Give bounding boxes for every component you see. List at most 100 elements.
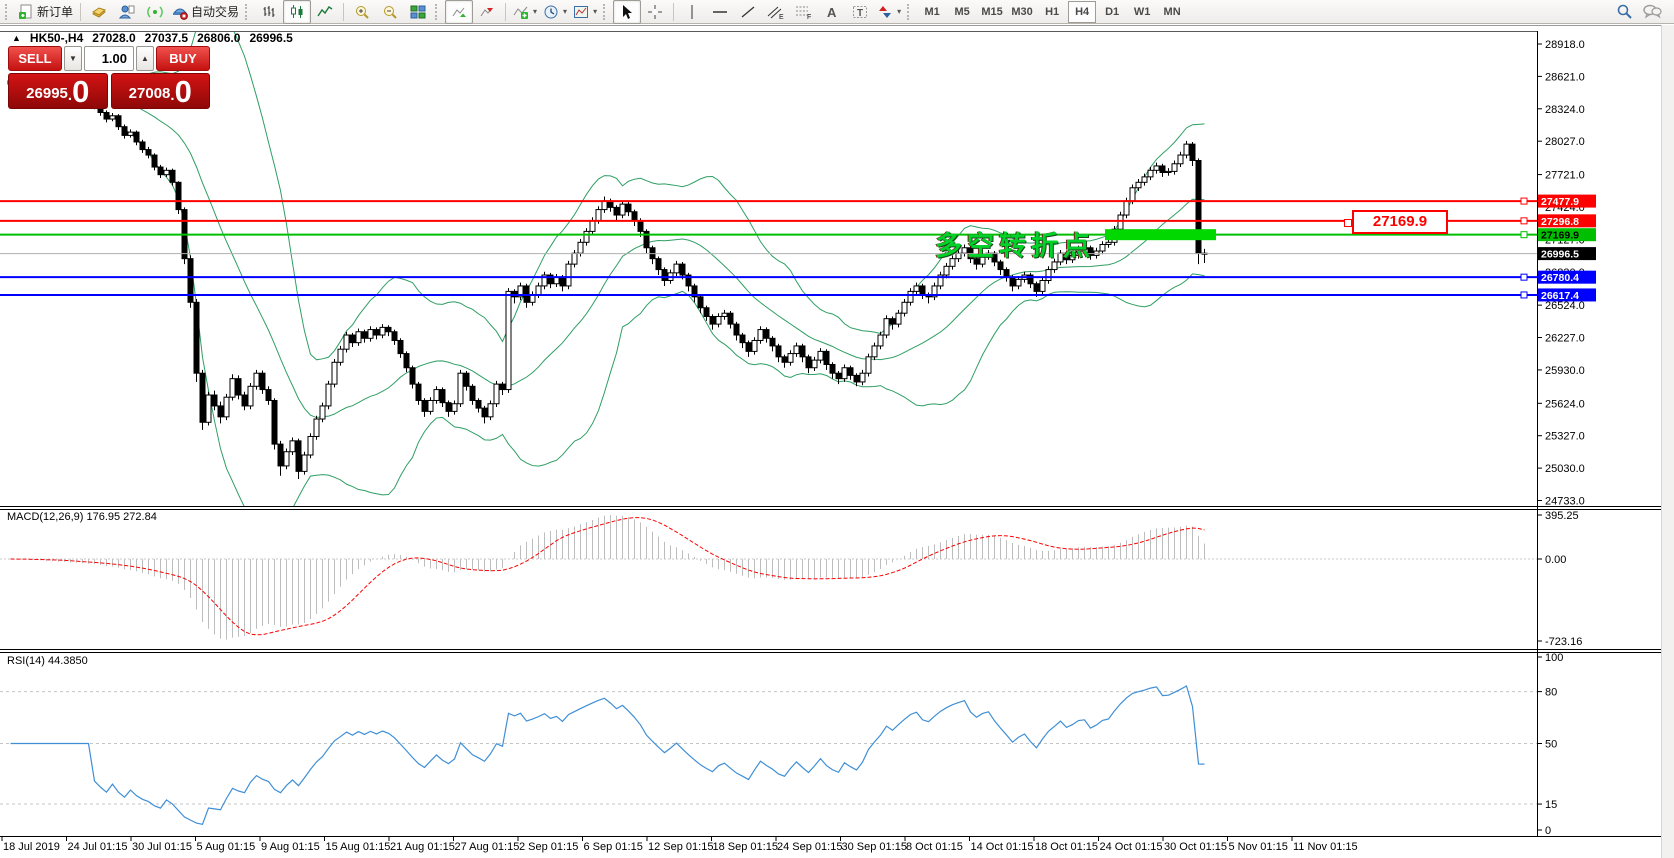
channel-tool-button[interactable]: E <box>762 0 790 24</box>
volume-input[interactable] <box>84 46 134 71</box>
market-watch-button[interactable] <box>85 0 113 24</box>
volume-increase-button[interactable]: ▲ <box>136 46 154 71</box>
arrows-tool-button[interactable]: ▾ <box>874 0 904 24</box>
svg-text:24 Sep 01:15: 24 Sep 01:15 <box>777 841 842 853</box>
svg-text:26227.0: 26227.0 <box>1545 333 1585 345</box>
periods-dropdown-arrow[interactable]: ▾ <box>563 7 567 16</box>
toolbar-grip[interactable] <box>603 4 610 20</box>
timeframe-m15-button[interactable]: M15 <box>978 1 1006 23</box>
svg-text:28027.0: 28027.0 <box>1545 136 1585 148</box>
crosshair-tool-button[interactable] <box>641 0 669 24</box>
cursor-tool-button[interactable] <box>613 0 641 24</box>
tile-windows-icon <box>410 4 426 20</box>
text-label-icon: T <box>852 4 868 20</box>
chart-canvas[interactable]: 28918.028621.028324.028027.027721.027424… <box>0 0 1674 858</box>
gold-book-icon <box>91 4 107 20</box>
svg-text:100: 100 <box>1545 652 1563 664</box>
arrows-dropdown-arrow[interactable]: ▾ <box>897 7 901 16</box>
svg-text:27477.9: 27477.9 <box>1541 196 1579 208</box>
svg-text:18 Sep 01:15: 18 Sep 01:15 <box>713 841 778 853</box>
fibonacci-tool-button[interactable]: F <box>790 0 818 24</box>
zoom-in-button[interactable] <box>348 0 376 24</box>
indicators-button[interactable]: ▾ <box>510 0 540 24</box>
buy-price-display[interactable]: 27008.0 <box>111 73 211 109</box>
bar-chart-icon <box>261 4 277 20</box>
line-chart-type-button[interactable] <box>311 0 339 24</box>
svg-text:80: 80 <box>1545 687 1557 699</box>
svg-text:24 Jul 01:15: 24 Jul 01:15 <box>68 841 128 853</box>
svg-text:27296.8: 27296.8 <box>1541 216 1579 228</box>
toolbar-grip[interactable] <box>907 4 914 20</box>
svg-text:26996.5: 26996.5 <box>1541 249 1579 261</box>
toolbar: 新订单 自动交易 <box>0 0 1674 24</box>
equidistant-channel-icon: E <box>767 4 785 20</box>
chat-button[interactable] <box>1638 0 1666 24</box>
toolbar-grip[interactable] <box>5 4 12 20</box>
timeframe-m30-button[interactable]: M30 <box>1008 1 1036 23</box>
svg-text:25624.0: 25624.0 <box>1545 398 1585 410</box>
rsi-indicator-label: RSI(14) 44.3850 <box>7 655 88 667</box>
svg-text:15: 15 <box>1545 799 1557 811</box>
search-button[interactable] <box>1610 0 1638 24</box>
turning-point-annotation[interactable]: 多空转折点 <box>935 224 1095 263</box>
timeframe-mn-button[interactable]: MN <box>1158 1 1186 23</box>
mt4-window: 新订单 自动交易 <box>0 0 1674 858</box>
chart-shift-button[interactable] <box>473 0 501 24</box>
timeframe-m1-button[interactable]: M1 <box>918 1 946 23</box>
indicators-dropdown-arrow[interactable]: ▾ <box>533 7 537 16</box>
ohlc-close: 26996.5 <box>249 31 292 45</box>
svg-text:30 Oct 01:15: 30 Oct 01:15 <box>1164 841 1227 853</box>
templates-button[interactable]: ▾ <box>570 0 600 24</box>
tile-windows-button[interactable] <box>404 0 432 24</box>
panel-collapse-arrow[interactable]: ▲ <box>12 33 21 43</box>
timeframe-m5-button[interactable]: M5 <box>948 1 976 23</box>
svg-text:18 Oct 01:15: 18 Oct 01:15 <box>1035 841 1098 853</box>
timeframe-h1-button[interactable]: H1 <box>1038 1 1066 23</box>
bar-chart-type-button[interactable] <box>255 0 283 24</box>
signals-button[interactable] <box>141 0 169 24</box>
timeframe-w1-button[interactable]: W1 <box>1128 1 1156 23</box>
profile-button[interactable] <box>113 0 141 24</box>
toolbar-grip[interactable] <box>245 4 252 20</box>
sell-price-big-digit: 0 <box>72 77 89 107</box>
svg-text:28621.0: 28621.0 <box>1545 71 1585 83</box>
new-order-button[interactable]: 新订单 <box>15 0 76 24</box>
arrows-icon <box>877 4 893 20</box>
svg-text:5 Nov 01:15: 5 Nov 01:15 <box>1229 841 1288 853</box>
svg-text:30 Sep 01:15: 30 Sep 01:15 <box>842 841 907 853</box>
timeframe-d1-button[interactable]: D1 <box>1098 1 1126 23</box>
auto-scroll-button[interactable] <box>445 0 473 24</box>
ohlc-low: 26806.0 <box>197 31 240 45</box>
price-box-anchor-square[interactable] <box>1344 219 1352 227</box>
svg-text:27169.9: 27169.9 <box>1541 230 1579 242</box>
timeframe-group: M1M5M15M30H1H4D1W1MN <box>917 1 1187 23</box>
chart-symbol-title: HK50-,H4 <box>30 31 83 45</box>
autotrading-button[interactable]: 自动交易 <box>169 0 242 24</box>
cursor-icon <box>619 4 635 20</box>
periods-button[interactable]: ▾ <box>540 0 570 24</box>
svg-text:21 Aug 01:15: 21 Aug 01:15 <box>390 841 455 853</box>
text-tool-button[interactable]: A <box>818 0 846 24</box>
candlestick-type-button[interactable] <box>283 0 311 24</box>
highlight-bar-annotation[interactable] <box>1105 229 1216 240</box>
horizontal-line-tool-button[interactable] <box>706 0 734 24</box>
svg-text:28324.0: 28324.0 <box>1545 104 1585 116</box>
buy-button[interactable]: BUY <box>156 46 210 71</box>
sell-price-display[interactable]: 26995.0 <box>8 73 108 109</box>
autotrading-icon <box>172 4 188 20</box>
vertical-line-tool-button[interactable] <box>678 0 706 24</box>
svg-text:E: E <box>779 14 784 20</box>
price-level-box[interactable]: 27169.9 <box>1352 210 1448 234</box>
volume-decrease-button[interactable]: ▼ <box>64 46 82 71</box>
toolbar-grip[interactable] <box>435 4 442 20</box>
text-label-tool-button[interactable]: T <box>846 0 874 24</box>
signal-icon <box>147 4 163 20</box>
zoom-out-button[interactable] <box>376 0 404 24</box>
crosshair-icon <box>647 4 663 20</box>
timeframe-h4-button[interactable]: H4 <box>1068 1 1096 23</box>
new-order-icon <box>18 4 34 20</box>
sell-button[interactable]: SELL <box>8 46 62 71</box>
trendline-tool-button[interactable] <box>734 0 762 24</box>
templates-dropdown-arrow[interactable]: ▾ <box>593 7 597 16</box>
svg-text:50: 50 <box>1545 739 1557 751</box>
